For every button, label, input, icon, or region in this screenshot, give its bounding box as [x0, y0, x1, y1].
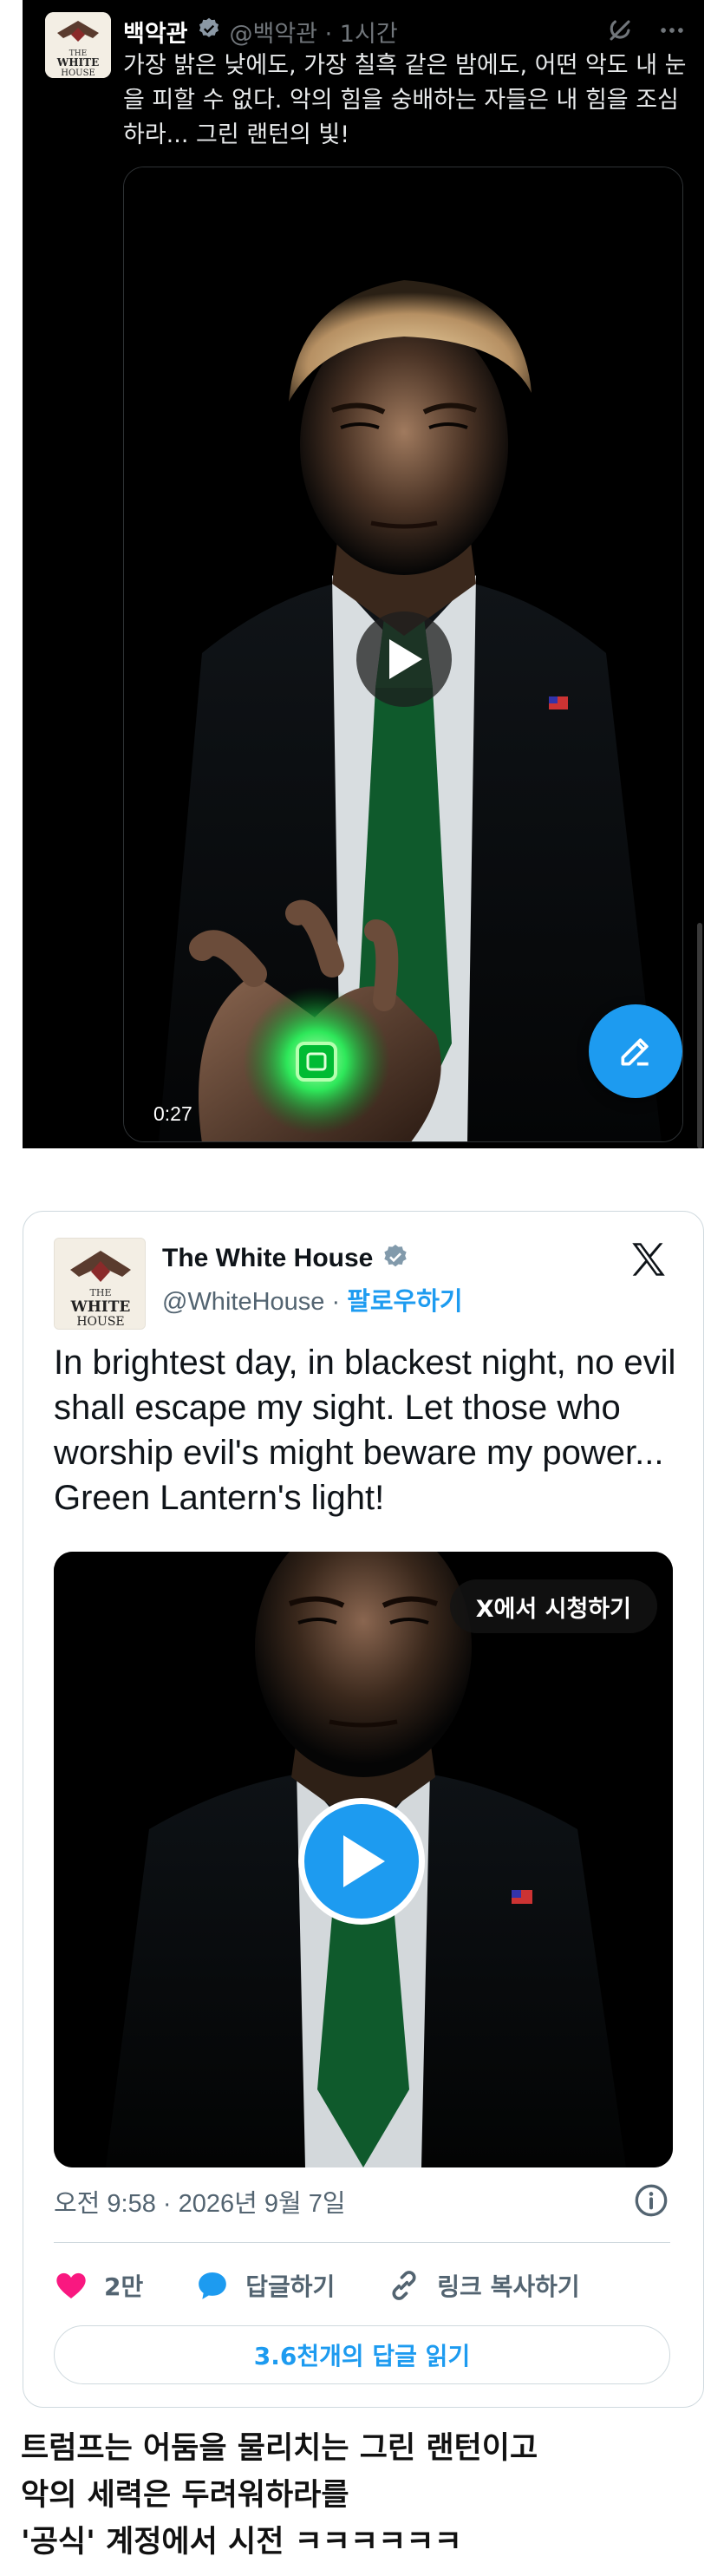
author-handle[interactable]: @WhiteHouse	[162, 1288, 324, 1316]
svg-text:HOUSE: HOUSE	[61, 69, 95, 78]
video-player[interactable]: 0:27	[123, 167, 683, 1142]
link-icon	[392, 2271, 416, 2300]
play-button[interactable]	[356, 611, 452, 707]
watch-on-x-button[interactable]: X에서 시청하기	[449, 1579, 657, 1633]
heart-icon	[56, 2272, 86, 2298]
read-replies-button[interactable]: 3.6천개의 답글 읽기	[54, 2325, 670, 2384]
info-icon[interactable]	[634, 2183, 669, 2218]
svg-text:THE: THE	[90, 1287, 112, 1298]
svg-text:HOUSE: HOUSE	[76, 1315, 124, 1329]
verified-badge-icon	[197, 16, 221, 47]
copy-link-button[interactable]: 링크 복사하기	[387, 2268, 580, 2303]
reply-button[interactable]: 답글하기	[195, 2268, 335, 2303]
copy-link-label: 링크 복사하기	[437, 2272, 580, 2301]
white-house-avatar[interactable]: THE WHITE HOUSE	[45, 12, 111, 78]
follow-button[interactable]: 팔로우하기	[347, 1288, 462, 1316]
play-icon	[343, 1835, 385, 1887]
divider	[54, 2242, 670, 2243]
white-house-avatar[interactable]: THE WHITE HOUSE	[54, 1238, 146, 1330]
compose-button[interactable]	[589, 1004, 682, 1098]
like-count: 2만	[104, 2272, 144, 2301]
grok-icon[interactable]	[605, 16, 635, 49]
video-player[interactable]: X에서 시청하기	[54, 1552, 673, 2167]
play-button[interactable]	[298, 1798, 425, 1925]
embedded-tweet-card: THE WHITE HOUSE The White House @WhiteHo…	[23, 1211, 704, 2408]
reply-label: 답글하기	[245, 2272, 336, 2301]
svg-text:WHITE: WHITE	[56, 56, 100, 69]
like-button[interactable]: 2만	[54, 2268, 143, 2303]
action-bar: 2만 답글하기 링크 복사하기	[54, 2259, 632, 2311]
caption-line-2: 악의 세력은 두려워하라를	[21, 2478, 349, 2513]
dark-tweet: THE WHITE HOUSE 백악관 @백악관 · 1시간 가장 밝은 낮에도…	[23, 0, 704, 1148]
verified-badge-icon	[382, 1243, 409, 1274]
compose-icon	[621, 1038, 649, 1066]
author-name[interactable]: The White House	[162, 1244, 373, 1273]
tweet-text: 가장 밝은 낮에도, 가장 칠흑 같은 밤에도, 어떤 악도 내 눈을 피할 수…	[123, 52, 687, 148]
more-icon[interactable]	[657, 16, 687, 49]
author-name[interactable]: 백악관	[123, 15, 188, 49]
caption-line-3: '공식' 계정에서 시전 ㅋㅋㅋㅋㅋㅋ	[21, 2525, 462, 2560]
play-icon	[389, 639, 422, 679]
video-duration: 0:27	[153, 1102, 192, 1125]
post-caption: 트럼프는 어둠을 물리치는 그린 랜턴이고 악의 세력은 두려워하라를 '공식'…	[21, 2425, 714, 2566]
timestamp[interactable]: 오전 9:58 · 2026년 9월 7일	[54, 2183, 346, 2220]
speech-bubble-icon	[199, 2272, 227, 2299]
tweet-text: In brightest day, in blackest night, no …	[54, 1344, 676, 1517]
svg-text:WHITE: WHITE	[70, 1298, 131, 1316]
caption-line-1: 트럼프는 어둠을 물리치는 그린 랜턴이고	[21, 2431, 538, 2466]
author-handle-time: @백악관 · 1시간	[229, 20, 398, 48]
separator: ·	[324, 1288, 348, 1316]
scrollbar[interactable]	[697, 923, 702, 1148]
x-logo-icon[interactable]	[627, 1238, 670, 1281]
